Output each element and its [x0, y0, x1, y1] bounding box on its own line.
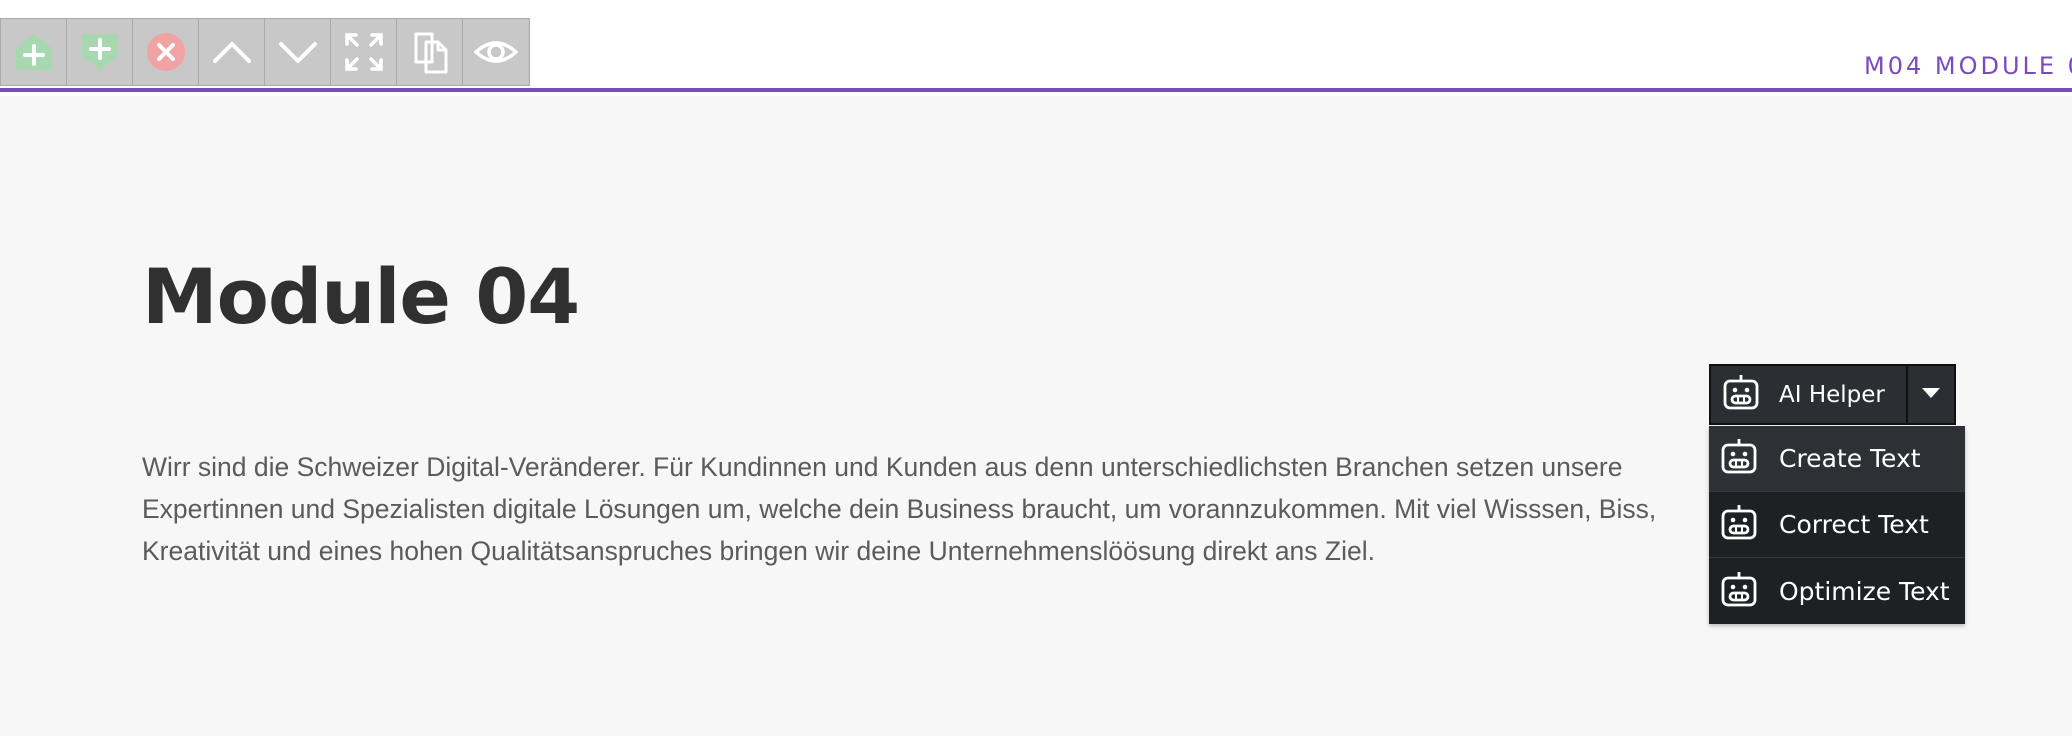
eye-icon	[474, 30, 518, 74]
expand-icon	[342, 30, 386, 74]
add-above-button[interactable]	[1, 19, 67, 85]
caret-down-icon	[1921, 386, 1941, 404]
menu-item-label: Optimize Text	[1779, 576, 1950, 606]
close-icon	[144, 30, 188, 74]
chevron-up-icon	[210, 30, 254, 74]
menu-item-optimize-text[interactable]: Optimize Text	[1709, 558, 1965, 624]
menu-item-create-text[interactable]: Create Text	[1709, 426, 1965, 492]
copy-icon	[408, 30, 452, 74]
delete-button[interactable]	[133, 19, 199, 85]
module-toolbar	[0, 18, 530, 86]
robot-icon	[1721, 372, 1761, 417]
menu-item-label: Correct Text	[1779, 510, 1929, 539]
fullscreen-button[interactable]	[331, 19, 397, 85]
move-up-button[interactable]	[199, 19, 265, 85]
robot-icon	[1719, 502, 1759, 547]
duplicate-button[interactable]	[397, 19, 463, 85]
add-below-button[interactable]	[67, 19, 133, 85]
plus-up-icon	[12, 30, 56, 74]
module-label: M04 MODULE 04	[1864, 52, 2072, 80]
page-title[interactable]: Module 04	[142, 252, 580, 341]
body-text[interactable]: Wirr sind die Schweizer Digital-Veränder…	[142, 446, 1762, 576]
robot-icon	[1719, 436, 1759, 481]
ai-helper-main[interactable]: AI Helper	[1711, 366, 1906, 423]
menu-item-label: Create Text	[1779, 444, 1921, 473]
chevron-down-icon	[276, 30, 320, 74]
preview-button[interactable]	[463, 19, 529, 85]
robot-icon	[1719, 569, 1759, 614]
plus-down-icon	[78, 30, 122, 74]
move-down-button[interactable]	[265, 19, 331, 85]
top-bar: M04 MODULE 04	[0, 0, 2072, 92]
ai-helper-dropdown-toggle[interactable]	[1906, 366, 1954, 423]
ai-helper-button[interactable]: AI Helper	[1709, 364, 1956, 425]
ai-helper-label: AI Helper	[1779, 381, 1885, 408]
ai-helper-menu: Create Text Correct Text Optimize Text	[1709, 426, 1965, 624]
menu-item-correct-text[interactable]: Correct Text	[1709, 492, 1965, 558]
